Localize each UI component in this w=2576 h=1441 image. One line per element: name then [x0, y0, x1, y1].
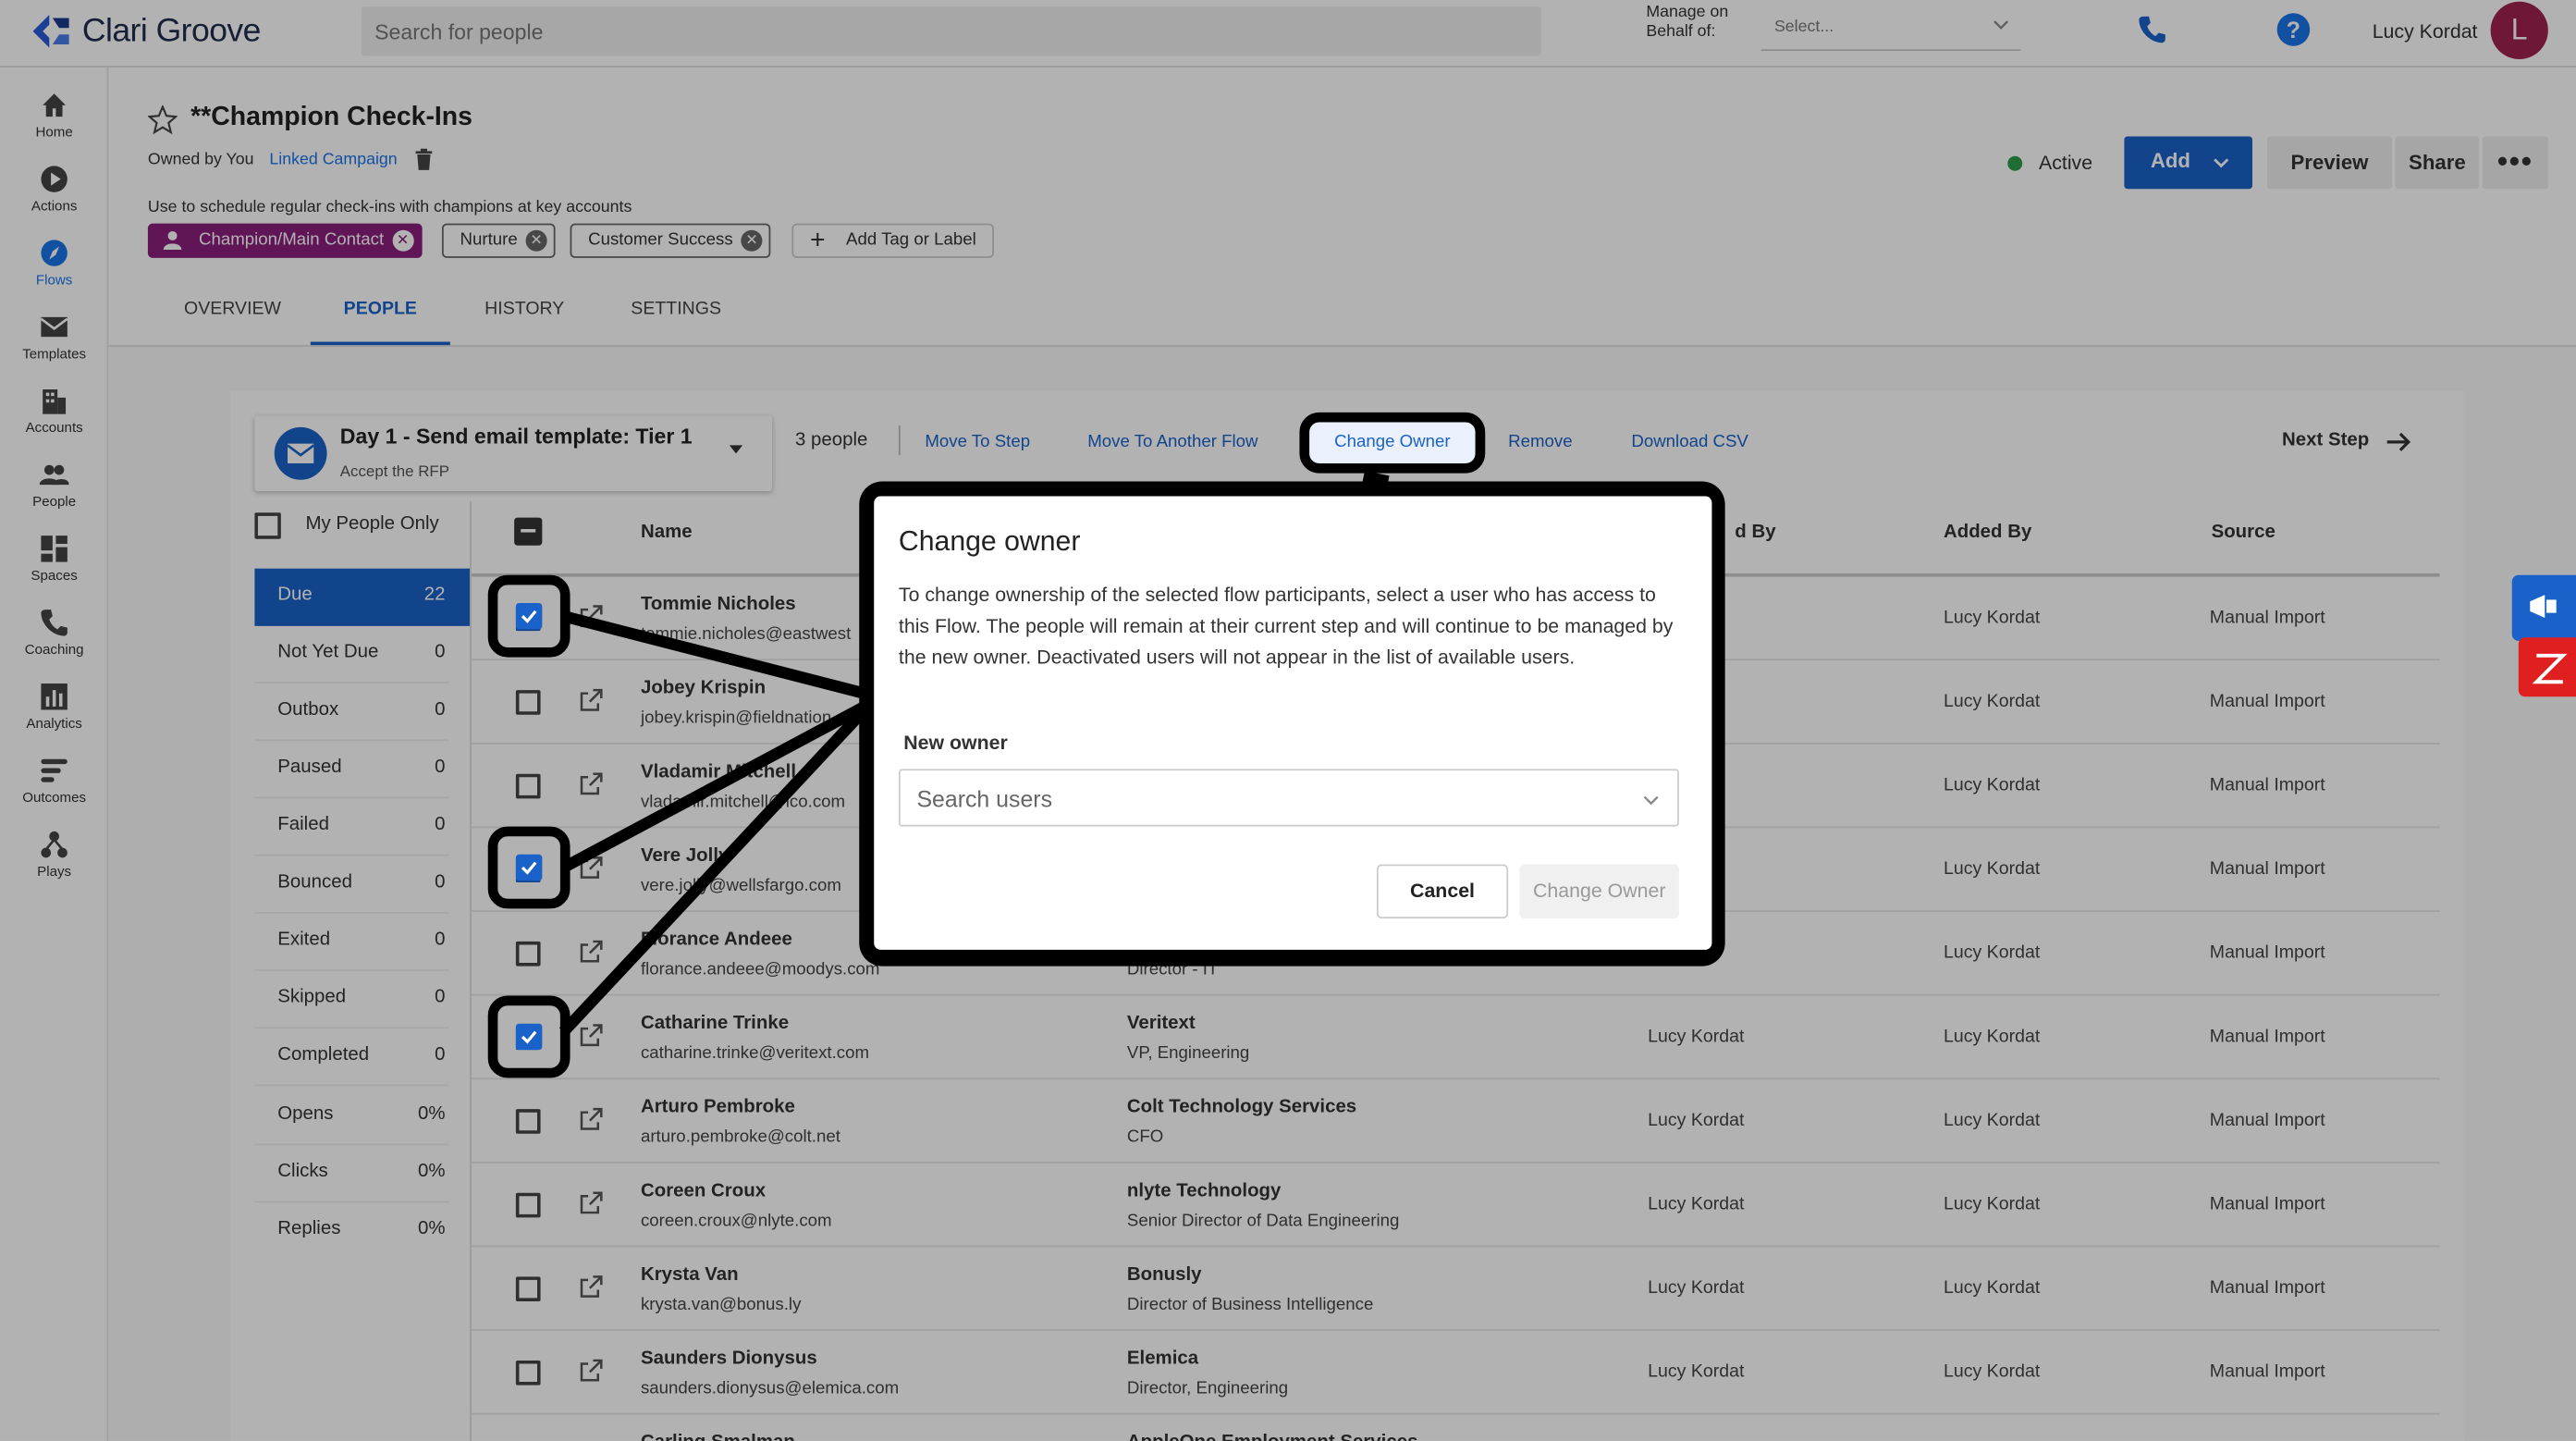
megaphone-icon: [2530, 595, 2557, 618]
change-owner-link[interactable]: Change Owner: [1299, 412, 1486, 474]
highlighted-checkbox[interactable]: [487, 826, 570, 909]
check-icon: [521, 1030, 537, 1044]
new-owner-label: New owner: [903, 731, 1008, 755]
change-owner-button[interactable]: Change Owner: [1519, 864, 1679, 919]
expand-icon: [2532, 653, 2568, 684]
search-users-select[interactable]: Search users: [898, 769, 1679, 827]
clari-widget[interactable]: [2518, 637, 2576, 697]
chevron-down-icon: [1643, 795, 1659, 806]
modal-body-text: To change ownership of the selected flow…: [898, 583, 1674, 670]
cancel-button[interactable]: Cancel: [1376, 864, 1509, 919]
highlighted-checkbox[interactable]: [487, 995, 570, 1078]
announcement-widget[interactable]: [2511, 574, 2576, 641]
check-icon: [521, 861, 537, 875]
app-window: Clari Groove Manage on Behalf of: Select…: [0, 0, 2576, 1441]
highlighted-checkbox[interactable]: [487, 574, 570, 658]
search-users-placeholder: Search users: [916, 785, 1053, 812]
change-owner-modal: Change owner To change ownership of the …: [874, 496, 1712, 950]
check-icon: [521, 610, 537, 623]
modal-title: Change owner: [898, 525, 1081, 558]
